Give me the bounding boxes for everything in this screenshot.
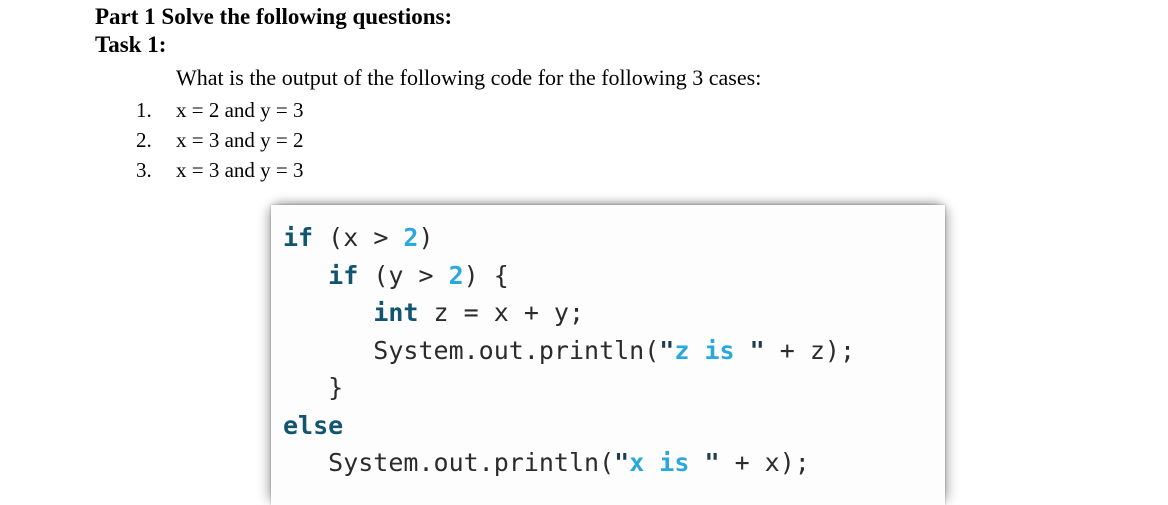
- code-token-str: z is: [674, 335, 750, 365]
- list-item-text: x = 3 and y = 2: [176, 128, 304, 152]
- code-snippet-panel: if (x > 2) if (y > 2) { int z = x + y; S…: [271, 205, 945, 505]
- code-line: if (y > 2) {: [283, 257, 945, 295]
- code-token-kw: else: [283, 410, 344, 440]
- part-heading: Part 1 Solve the following questions:: [95, 4, 453, 29]
- code-token-kw: if: [328, 260, 359, 290]
- code-token-pln: z = x + y;: [418, 298, 585, 327]
- code-line: }: [283, 369, 945, 407]
- code-line: int z = x + y;: [283, 294, 945, 332]
- code-token-kw: int: [373, 298, 419, 327]
- code-token-quo: ": [614, 448, 630, 477]
- case-list: 1. x = 2 and y = 3 2. x = 3 and y = 2 3. x = …: [0, 95, 1168, 185]
- code-token-pln: ): [418, 223, 434, 252]
- code-token-quo: ": [749, 335, 765, 365]
- code-line: System.out.println("x is " + x);: [283, 444, 945, 482]
- code-token-pln: [283, 261, 328, 290]
- code-token-quo: ": [659, 335, 675, 365]
- code-line: System.out.println("z is " + z);: [283, 332, 945, 370]
- code-token-num: 2: [403, 223, 419, 252]
- task-heading: Task 1:: [95, 32, 167, 57]
- list-item-number: 1.: [136, 98, 152, 122]
- code-token-pln: }: [283, 373, 344, 402]
- code-line: else: [283, 407, 945, 445]
- code-token-pln: + z);: [764, 335, 855, 365]
- code-token-pln: (x >: [313, 223, 404, 252]
- list-item: 3. x = 3 and y = 3: [136, 155, 1168, 185]
- list-item: 1. x = 2 and y = 3: [136, 95, 1168, 125]
- question-prompt: What is the output of the following code…: [176, 65, 762, 90]
- document-body: Part 1 Solve the following questions: Ta…: [0, 0, 1168, 185]
- code-token-kw: if: [283, 223, 314, 252]
- list-item-number: 3.: [136, 158, 152, 182]
- code-token-pln: System.out.println(: [283, 448, 615, 477]
- code-token-pln: System.out.println(: [283, 335, 660, 365]
- code-token-pln: + x);: [719, 448, 810, 477]
- code-block: if (x > 2) if (y > 2) { int z = x + y; S…: [271, 205, 945, 482]
- code-token-str: x is: [629, 448, 705, 477]
- code-token-pln: ) {: [463, 260, 509, 290]
- list-item-number: 2.: [136, 128, 152, 152]
- code-token-num: 2: [448, 260, 464, 290]
- code-token-quo: ": [704, 448, 720, 477]
- list-item-text: x = 2 and y = 3: [176, 98, 304, 122]
- code-line: if (x > 2): [283, 219, 945, 257]
- code-token-pln: [283, 298, 373, 327]
- code-token-pln: (y >: [358, 260, 449, 290]
- list-item: 2. x = 3 and y = 2: [136, 125, 1168, 155]
- list-item-text: x = 3 and y = 3: [176, 158, 304, 182]
